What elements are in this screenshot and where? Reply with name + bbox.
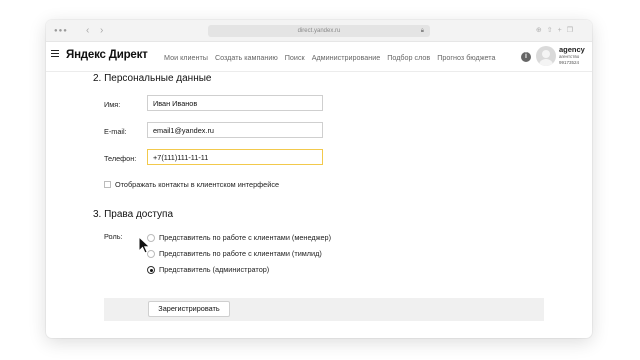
address-url: direct.yandex.ru: [297, 28, 341, 34]
personal-data-title: 2. Персональные данные: [93, 73, 212, 84]
show-contacts-checkbox[interactable]: [104, 181, 111, 188]
forward-arrow-icon[interactable]: ›: [100, 25, 103, 37]
nav-budget-forecast[interactable]: Прогноз бюджета: [437, 53, 495, 62]
phone-label: Телефон:: [104, 154, 137, 163]
registration-form: 2. Персональные данные Имя: E-mail: Теле…: [46, 72, 592, 338]
agency-badge[interactable]: agency агентство 99173524: [559, 46, 591, 66]
name-field[interactable]: [147, 95, 323, 111]
lock-icon: 🔒︎: [420, 28, 424, 34]
form-footer: Зарегистрировать: [104, 298, 544, 321]
mouse-cursor-icon: [138, 236, 151, 254]
nav-keyword-tool[interactable]: Подбор слов: [387, 53, 430, 62]
top-navigation: Мои клиенты Создать кампанию Поиск Админист…: [164, 53, 503, 62]
browser-actions[interactable]: ⊕⇧+❐: [536, 25, 578, 37]
role-admin-label[interactable]: Представитель (администратор): [159, 265, 269, 274]
role-teamlead-label[interactable]: Представитель по работе с клиентами (тим…: [159, 249, 322, 258]
back-arrow-icon[interactable]: ‹: [86, 25, 89, 37]
browser-toolbar: ●●● ‹ › direct.yandex.ru 🔒︎ ⊕⇧+❐: [46, 20, 592, 42]
email-label: E-mail:: [104, 127, 127, 136]
role-admin-radio[interactable]: [147, 266, 155, 274]
name-label: Имя:: [104, 100, 121, 109]
address-bar[interactable]: direct.yandex.ru 🔒︎: [208, 25, 430, 37]
info-icon[interactable]: i: [521, 52, 531, 62]
menu-icon[interactable]: [51, 50, 59, 58]
window-controls[interactable]: ●●●: [54, 28, 68, 34]
nav-search[interactable]: Поиск: [285, 53, 305, 62]
role-label: Роль:: [104, 232, 123, 241]
show-contacts-label[interactable]: Отображать контакты в клиентском интерфе…: [115, 180, 279, 189]
logo[interactable]: Яндекс Директ: [66, 49, 148, 61]
nav-create-campaign[interactable]: Создать кампанию: [215, 53, 278, 62]
avatar[interactable]: [536, 46, 556, 66]
email-field[interactable]: [147, 122, 323, 138]
app-header: Яндекс Директ Мои клиенты Создать кампани…: [46, 42, 592, 72]
agency-id: 99173524: [559, 60, 580, 65]
nav-administration[interactable]: Администрирование: [312, 53, 381, 62]
access-rights-title: 3. Права доступа: [93, 209, 174, 220]
role-manager-label[interactable]: Представитель по работе с клиентами (мен…: [159, 233, 331, 242]
phone-field[interactable]: [147, 149, 323, 165]
nav-my-clients[interactable]: Мои клиенты: [164, 53, 208, 62]
agency-name: agency: [559, 45, 585, 54]
register-button[interactable]: Зарегистрировать: [148, 301, 230, 317]
browser-window: ●●● ‹ › direct.yandex.ru 🔒︎ ⊕⇧+❐ Яндекс …: [46, 20, 592, 338]
